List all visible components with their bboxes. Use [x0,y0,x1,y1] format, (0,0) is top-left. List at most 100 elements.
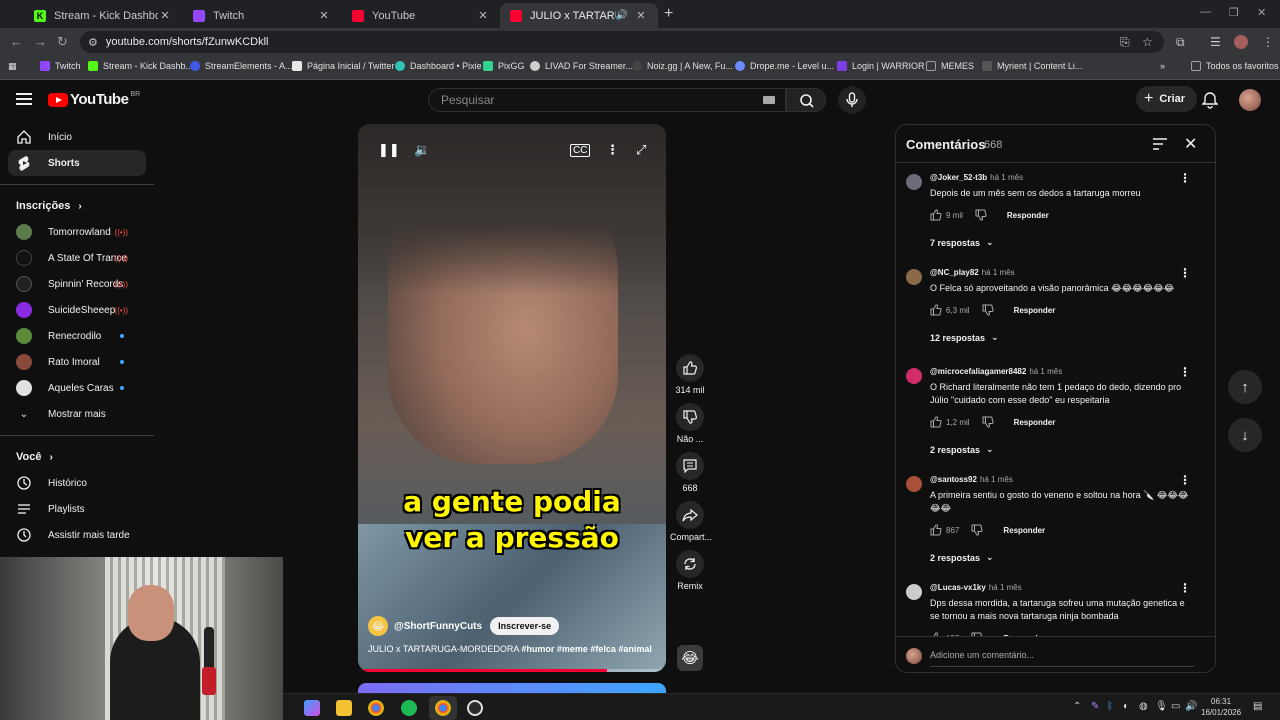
search-button[interactable] [786,88,826,112]
reading-list-icon[interactable]: ☰ [1210,35,1221,49]
close-icon[interactable]: ✕ [476,9,490,22]
menu-icon[interactable]: ⋮ [1262,35,1274,49]
tray-chevron-icon[interactable]: ⌃ [1073,701,1081,712]
bookmark-item[interactable]: Drope.me - Level u... [735,61,834,71]
sidebar-sub-item[interactable]: Aqueles Caras [8,375,146,401]
spotify-icon[interactable] [401,700,417,716]
subscribe-button[interactable]: Inscrever-se [490,617,560,635]
dislike-button[interactable]: Não ... [670,403,710,444]
bookmark-item[interactable]: Stream - Kick Dashb... [88,61,193,71]
close-icon[interactable]: ✕ [1184,134,1197,154]
next-short-preview[interactable] [358,683,666,693]
microphone-tray-icon[interactable]: 🎙 [1155,701,1168,712]
all-bookmarks[interactable]: Todos os favoritos [1191,61,1279,71]
sort-icon[interactable] [1153,138,1167,150]
bookmark-item[interactable]: Twitch [40,61,81,71]
comment-author[interactable]: @Joker_52-t3b [930,173,987,182]
close-icon[interactable]: ✕ [158,9,172,22]
notifications-icon[interactable]: ▤ [1253,701,1262,712]
comment-menu-icon[interactable]: ⋮ [1179,365,1191,379]
search-input[interactable]: Pesquisar [428,88,786,112]
hashtags[interactable]: #humor #meme #felca #animal [521,644,652,654]
reply-button[interactable]: Responder [1003,526,1045,535]
sidebar-sub-item[interactable]: Tomorrowland ((•)) [8,219,146,245]
share-button[interactable]: Compart... [670,501,712,542]
comment-menu-icon[interactable]: ⋮ [1179,581,1191,595]
browser-tab[interactable]: K Stream - Kick Dashboard ✕ [24,3,182,28]
view-replies-button[interactable]: 2 respostas ⌄ [930,444,1189,455]
comment-author[interactable]: @microcefaliagamer8482 [930,367,1026,376]
bookmark-item[interactable]: Dashboard • Pixie [395,61,482,71]
tray-app-icon[interactable]: ◍ [1139,701,1148,712]
more-options-icon[interactable]: ⋮ [606,142,619,158]
subscriptions-heading[interactable]: Inscrições › [0,193,154,219]
sidebar-item-home[interactable]: Início [8,124,146,150]
reply-button[interactable]: Responder [1014,418,1056,427]
tray-app-icon[interactable]: ✎ [1091,701,1099,712]
captions-icon[interactable]: CC [570,144,591,157]
like-button[interactable]: 314 mil [670,354,710,395]
thumbs-down-icon[interactable] [971,524,983,536]
sidebar-sub-item[interactable]: A State Of Trance ((•)) [8,245,146,271]
sidebar-sub-item[interactable]: Spinnin' Records ((•)) [8,271,146,297]
bookmark-item[interactable]: Página Inicial / Twitter [292,61,394,71]
remix-button[interactable]: Remix [670,550,710,591]
comment-time[interactable]: há 1 mês [982,268,1015,277]
forward-icon[interactable]: → [34,34,47,49]
sidebar-item-playlists[interactable]: Playlists [8,496,146,522]
sidebar-sub-item[interactable]: Renecrodilo [8,323,146,349]
commenter-avatar[interactable] [906,476,922,492]
network-icon[interactable]: ▭ [1171,701,1180,712]
comment-menu-icon[interactable]: ⋮ [1179,473,1191,487]
comment-author[interactable]: @santoss92 [930,475,977,484]
you-heading[interactable]: Você › [0,444,154,470]
commenter-avatar[interactable] [906,174,922,190]
commenter-avatar[interactable] [906,584,922,600]
volume-icon[interactable]: 🔉 [414,142,430,158]
sidebar-item-shorts[interactable]: Shorts [8,150,146,176]
comment-author[interactable]: @NC_play82 [930,268,979,277]
show-more-button[interactable]: ⌄ Mostrar mais [8,401,146,427]
bookmark-item[interactable]: Myrient | Content Li... [982,61,1082,71]
obs-icon[interactable] [467,700,483,716]
bookmark-item[interactable]: MEMES [926,61,974,71]
sidebar-item-watch-later[interactable]: Assistir mais tarde [8,522,146,548]
thumbs-down-icon[interactable] [982,304,994,316]
bookmark-star-icon[interactable]: ☆ [1142,35,1153,49]
add-comment-input[interactable]: Adicione um comentário... [930,650,1034,660]
hamburger-menu-icon[interactable] [16,93,32,105]
thumbs-down-icon[interactable] [975,209,987,221]
voice-search-button[interactable] [838,86,866,114]
close-icon[interactable]: ✕ [317,9,331,22]
tray-app-icon[interactable]: ◐ [1123,701,1129,712]
comment-time[interactable]: há 1 mês [990,173,1023,182]
view-replies-button[interactable]: 12 respostas ⌄ [930,332,1189,343]
channel-avatar[interactable]: 😂 [368,616,388,636]
pause-icon[interactable]: ❚❚ [378,142,400,158]
comment-author[interactable]: @Lucas-vx1ky [930,583,986,592]
thumbs-up-icon[interactable] [930,416,942,428]
window-close-icon[interactable]: ✕ [1257,6,1266,19]
fullscreen-icon[interactable]: ⤢ [636,142,646,158]
system-clock[interactable]: 06:31 16/01/2026 [1201,696,1241,718]
previous-short-button[interactable]: ↑ [1228,370,1262,404]
minimize-icon[interactable]: — [1200,6,1211,18]
bookmark-item[interactable]: Login | WARRIOR [837,61,925,71]
chrome-icon[interactable] [368,700,384,716]
site-info-icon[interactable]: ⚙ [88,36,98,49]
reload-icon[interactable]: ↻ [57,34,68,50]
address-bar[interactable]: ⚙ youtube.com/shorts/fZunwKCDkll [80,31,1164,53]
comment-time[interactable]: há 1 mês [980,475,1013,484]
view-replies-button[interactable]: 2 respostas ⌄ [930,552,1189,563]
bluetooth-icon[interactable]: ᛒ [1107,701,1113,712]
commenter-avatar[interactable] [906,368,922,384]
comments-button[interactable]: 668 [670,452,710,493]
sidebar-sub-item[interactable]: Rato Imoral [8,349,146,375]
browser-tab[interactable]: YouTube ✕ [342,3,500,28]
progress-bar[interactable] [358,669,666,672]
next-short-button[interactable]: ↓ [1228,418,1262,452]
notifications-bell-icon[interactable] [1202,91,1218,109]
apps-icon[interactable]: ▦ [8,61,17,72]
more-bookmarks-icon[interactable]: » [1160,61,1165,71]
comment-menu-icon[interactable]: ⋮ [1179,266,1191,280]
